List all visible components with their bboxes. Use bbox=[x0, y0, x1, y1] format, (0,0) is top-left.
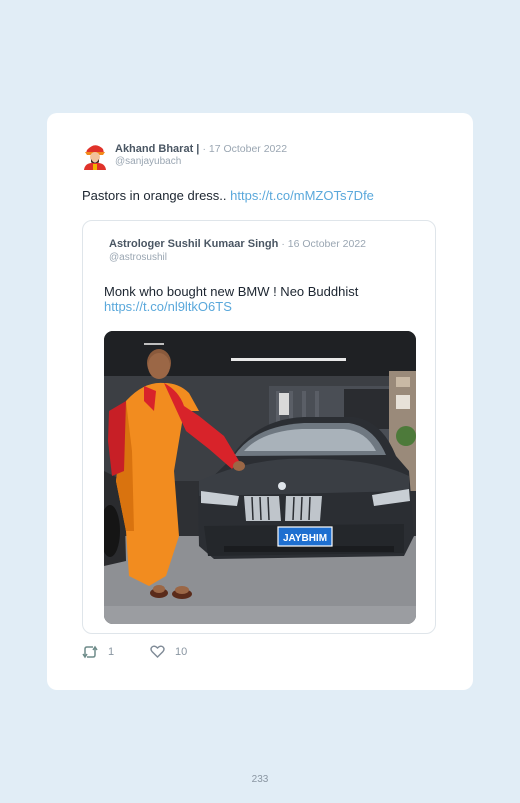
tweet-text: Pastors in orange dress.. https://t.co/m… bbox=[82, 188, 374, 203]
like-count: 10 bbox=[175, 645, 188, 658]
retweet-icon bbox=[82, 645, 98, 659]
page-number: 233 bbox=[251, 774, 269, 785]
author-name[interactable]: Akhand Bharat | bbox=[115, 143, 199, 155]
retweet-count: 1 bbox=[108, 646, 115, 658]
quoted-tweet[interactable]: Astrologer Sushil Kumaar Singh · 16 Octo… bbox=[82, 220, 436, 634]
heart-icon bbox=[150, 645, 165, 658]
avatar[interactable] bbox=[81, 140, 109, 170]
like-action[interactable]: 10 bbox=[150, 645, 187, 658]
quoted-author-line: Astrologer Sushil Kumaar Singh · 16 Octo… bbox=[109, 238, 366, 250]
license-plate-text: JAYBHIM bbox=[283, 533, 327, 544]
tweet-date: · 17 October 2022 bbox=[202, 143, 288, 155]
quoted-tweet-date: · 16 October 2022 bbox=[281, 238, 367, 250]
retweet-action[interactable]: 1 bbox=[82, 645, 114, 659]
author-line: Akhand Bharat | · 17 October 2022 bbox=[115, 143, 287, 155]
quoted-author-name[interactable]: Astrologer Sushil Kumaar Singh bbox=[109, 238, 278, 250]
tweet-link[interactable]: https://t.co/mMZOTs7Dfe bbox=[230, 188, 374, 203]
author-handle[interactable]: @sanjayubach bbox=[115, 156, 181, 167]
quoted-tweet-photo[interactable]: JAYBHIM bbox=[104, 331, 416, 624]
quoted-tweet-body: Monk who bought new BMW ! Neo Buddhist bbox=[104, 284, 359, 299]
tweet-body: Pastors in orange dress.. bbox=[82, 188, 227, 203]
quoted-tweet-text: Monk who bought new BMW ! Neo Buddhist h… bbox=[104, 284, 358, 314]
tweet-card: Akhand Bharat | · 17 October 2022 @sanja… bbox=[47, 113, 473, 690]
quoted-author-handle[interactable]: @astrosushil bbox=[109, 252, 167, 263]
quoted-tweet-link[interactable]: https://t.co/nl9ltkO6TS bbox=[104, 299, 358, 314]
